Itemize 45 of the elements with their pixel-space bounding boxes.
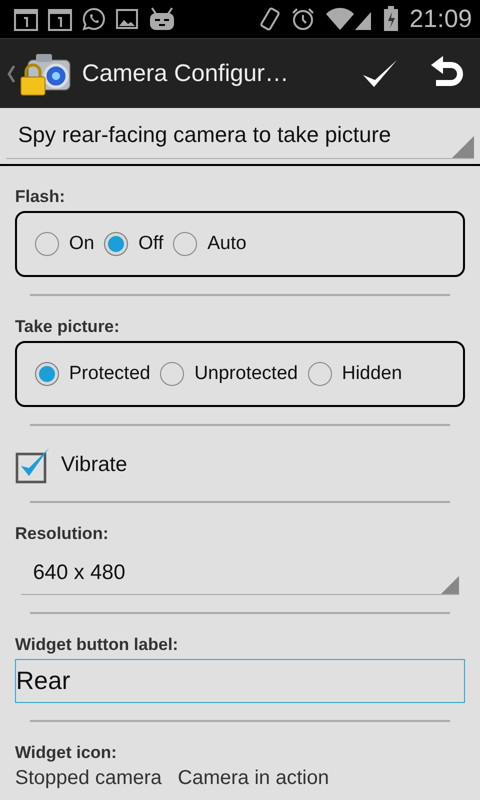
back-caret-icon bbox=[6, 64, 16, 84]
setting-label: Widget button label: bbox=[15, 635, 178, 655]
radio-button[interactable] bbox=[173, 232, 198, 256]
vibrate-phone-icon bbox=[259, 6, 282, 32]
screen-title: Camera Configur… bbox=[82, 60, 289, 88]
mode-spinner[interactable]: Spy rear-facing camera to take picture bbox=[6, 112, 474, 159]
checkbox-label: Vibrate bbox=[61, 453, 128, 477]
spinner-value: 640 x 480 bbox=[33, 561, 126, 585]
option-label: Hidden bbox=[342, 363, 402, 385]
radio-option[interactable]: On bbox=[35, 232, 94, 256]
robot-head-icon bbox=[148, 6, 176, 32]
battery-icon bbox=[383, 6, 400, 32]
radio-button[interactable] bbox=[104, 232, 128, 256]
setting-label: Resolution: bbox=[15, 524, 108, 544]
calendar-icon bbox=[48, 7, 72, 31]
setting-label: Take picture: bbox=[15, 317, 120, 337]
signal-icon bbox=[325, 6, 374, 32]
alarm-clock-icon bbox=[291, 7, 316, 31]
radio-button[interactable] bbox=[308, 362, 332, 386]
option-label: On bbox=[69, 233, 94, 255]
radio-option[interactable]: Hidden bbox=[308, 362, 402, 386]
option-label: Protected bbox=[69, 363, 150, 385]
icon-choice-label[interactable]: Stopped camera bbox=[15, 767, 162, 790]
radio-option[interactable]: Auto bbox=[173, 232, 246, 256]
option-label: Unprotected bbox=[194, 363, 298, 385]
option-label: Off bbox=[138, 233, 164, 255]
option-label: Auto bbox=[207, 233, 246, 255]
radio-option[interactable]: Protected bbox=[35, 362, 150, 386]
status-time: 21:09 bbox=[409, 4, 472, 34]
setting-label: Widget icon: bbox=[15, 743, 117, 763]
dropdown-triangle-icon bbox=[452, 136, 474, 158]
radio-button[interactable] bbox=[160, 362, 184, 386]
radio-button[interactable] bbox=[35, 232, 59, 256]
mode-value: Spy rear-facing camera to take picture bbox=[18, 122, 391, 148]
icon-choice-label[interactable]: Camera in action bbox=[178, 767, 329, 790]
radio-option[interactable]: Unprotected bbox=[160, 362, 298, 386]
calendar-icon bbox=[14, 7, 38, 31]
setting-label: Flash: bbox=[15, 187, 66, 207]
chat-bubble-icon bbox=[82, 7, 106, 31]
radio-option[interactable]: Off bbox=[104, 232, 164, 256]
radio-button[interactable] bbox=[35, 362, 59, 386]
input-field[interactable]: Rear bbox=[15, 659, 465, 703]
image-icon bbox=[116, 8, 138, 30]
dropdown-triangle-icon bbox=[441, 576, 459, 594]
resolution-spinner[interactable]: 640 x 480 bbox=[21, 552, 459, 595]
